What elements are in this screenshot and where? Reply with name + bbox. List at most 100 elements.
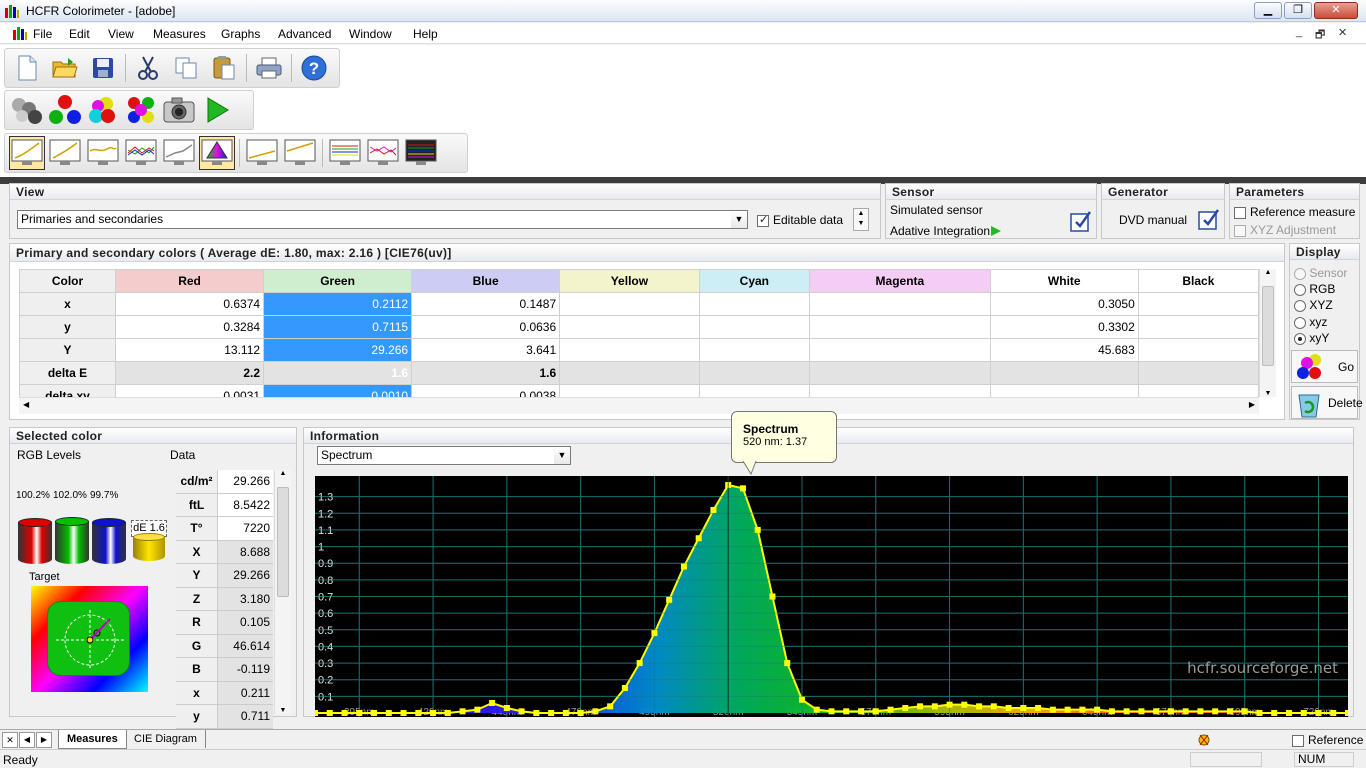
graph-saturation-luminance-icon[interactable] [327, 136, 363, 170]
table-cell[interactable]: 3.641 [411, 338, 561, 362]
graph-delta-e-icon[interactable] [161, 136, 197, 170]
cut-icon[interactable] [130, 51, 166, 85]
table-cell[interactable]: 45.683 [989, 338, 1139, 362]
table-cell[interactable]: 0.2112 [263, 292, 413, 316]
save-icon[interactable] [85, 51, 121, 85]
row-header[interactable]: y [19, 315, 116, 339]
data-vertical-scrollbar[interactable]: ▲ ▼ [274, 470, 291, 714]
menu-window[interactable]: Window [349, 27, 392, 41]
column-header-blue[interactable]: Blue [411, 269, 561, 293]
table-cell[interactable] [559, 315, 700, 339]
table-cell[interactable] [1137, 292, 1259, 316]
display-option-rgb[interactable]: RGB [1294, 282, 1335, 296]
generator-configure-icon[interactable] [1198, 208, 1220, 230]
column-header-yellow[interactable]: Yellow [559, 269, 700, 293]
table-cell[interactable] [698, 361, 811, 385]
menu-graphs[interactable]: Graphs [221, 27, 260, 41]
table-cell[interactable] [809, 338, 991, 362]
row-header[interactable]: delta xy [19, 384, 116, 397]
row-header[interactable]: x [19, 292, 116, 316]
table-cell[interactable] [809, 292, 991, 316]
minimize-button[interactable]: ▁ [1254, 2, 1282, 19]
table-cell[interactable]: 0.0636 [411, 315, 561, 339]
help-icon[interactable]: ? [296, 51, 332, 85]
reference-checkbox[interactable] [1292, 733, 1304, 747]
graph-temperature-icon[interactable] [85, 136, 121, 170]
graph-near-black-icon[interactable] [244, 136, 280, 170]
row-header[interactable]: delta E [19, 361, 116, 385]
table-cell[interactable]: 1.6 [263, 361, 413, 385]
column-header-white[interactable]: White [989, 269, 1139, 293]
go-button[interactable]: Go [1291, 350, 1358, 383]
table-cell[interactable] [1137, 361, 1259, 385]
play-icon[interactable] [199, 93, 235, 127]
table-cell[interactable]: 0.3284 [114, 315, 265, 339]
menu-advanced[interactable]: Advanced [278, 27, 331, 41]
column-header-cyan[interactable]: Cyan [698, 269, 811, 293]
table-horizontal-scrollbar[interactable]: ◀ ▶ [19, 397, 1259, 414]
menu-edit[interactable]: Edit [69, 27, 90, 41]
new-file-icon[interactable] [9, 51, 45, 85]
menu-view[interactable]: View [108, 27, 134, 41]
column-header-color[interactable]: Color [19, 269, 116, 293]
measure-primaries-icon[interactable] [47, 93, 83, 127]
display-option-xyz-upper[interactable]: XYZ [1294, 298, 1333, 312]
table-vertical-scrollbar[interactable]: ▲ ▼ [1259, 269, 1276, 397]
table-cell[interactable]: 1.6 [411, 361, 561, 385]
graph-luminance-icon[interactable] [47, 136, 83, 170]
graph-spectrum-icon[interactable] [403, 136, 439, 170]
delete-button[interactable]: Delete [1291, 386, 1363, 419]
mdi-restore-button[interactable]: 🗗 [1315, 26, 1325, 45]
view-spinner[interactable]: ▲ ▼ [853, 208, 869, 231]
menu-measures[interactable]: Measures [153, 27, 206, 41]
play-icon[interactable] [990, 225, 1002, 237]
editable-data-checkbox[interactable] [757, 213, 769, 227]
table-cell[interactable] [559, 361, 700, 385]
table-cell[interactable]: 0.0010 [263, 384, 413, 397]
table-cell[interactable] [698, 384, 811, 397]
mdi-close-button[interactable]: ✕ [1338, 26, 1347, 39]
chevron-down-icon[interactable]: ▼ [554, 447, 570, 464]
mdi-minimize-button[interactable]: _ [1296, 26, 1302, 38]
xyz-adjustment-checkbox[interactable] [1234, 223, 1246, 237]
table-cell[interactable] [698, 292, 811, 316]
chevron-down-icon[interactable]: ▼ [731, 211, 747, 228]
menu-help[interactable]: Help [413, 27, 438, 41]
row-header[interactable]: Y [19, 338, 116, 362]
graph-cie-diagram-icon[interactable] [199, 136, 235, 170]
view-select[interactable]: Primaries and secondaries ▼ [17, 210, 748, 229]
table-cell[interactable]: 0.0031 [114, 384, 265, 397]
graph-saturation-shift-icon[interactable] [365, 136, 401, 170]
column-header-red[interactable]: Red [114, 269, 265, 293]
display-option-xyy[interactable]: xyY [1294, 331, 1329, 345]
table-cell[interactable]: 29.266 [263, 338, 413, 362]
table-cell[interactable] [698, 338, 811, 362]
reference-measure-checkbox[interactable] [1234, 205, 1246, 219]
table-cell[interactable]: 13.112 [114, 338, 265, 362]
copy-icon[interactable] [168, 51, 204, 85]
table-cell[interactable] [989, 384, 1139, 397]
paste-icon[interactable] [206, 51, 242, 85]
measure-grayscale-icon[interactable] [9, 93, 45, 127]
table-cell[interactable] [1137, 338, 1259, 362]
table-cell[interactable]: 0.6374 [114, 292, 265, 316]
table-cell[interactable] [698, 315, 811, 339]
graph-rgb-levels-icon[interactable] [123, 136, 159, 170]
menu-file[interactable]: File [33, 27, 52, 41]
sensor-configure-icon[interactable] [1070, 210, 1092, 232]
graph-near-white-icon[interactable] [282, 136, 318, 170]
close-button[interactable]: ✕ [1314, 2, 1358, 19]
print-icon[interactable] [251, 51, 287, 85]
table-cell[interactable]: 0.0038 [411, 384, 561, 397]
table-cell[interactable] [989, 361, 1139, 385]
maximize-button[interactable]: ❐ [1284, 2, 1312, 19]
tab-measures[interactable]: Measures [58, 730, 127, 749]
display-option-sensor[interactable]: Sensor [1294, 266, 1347, 280]
graph-gamma-icon[interactable] [9, 136, 45, 170]
table-cell[interactable] [809, 384, 991, 397]
table-cell[interactable]: 0.3302 [989, 315, 1139, 339]
measure-all-colors-icon[interactable] [123, 93, 159, 127]
tab-close-icon[interactable]: ✕ [2, 732, 18, 748]
tab-next-icon[interactable]: ▶ [36, 732, 52, 748]
tab-cie-diagram[interactable]: CIE Diagram [126, 730, 206, 748]
